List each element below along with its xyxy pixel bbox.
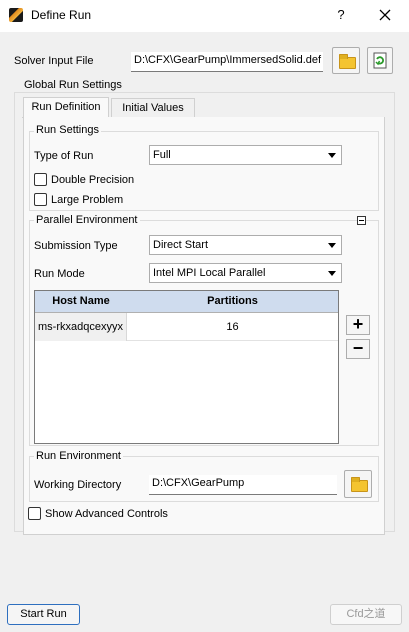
tab-initial-values[interactable]: Initial Values (111, 98, 195, 118)
show-advanced-checkbox[interactable] (28, 507, 41, 520)
submission-type-value: Direct Start (153, 239, 209, 251)
large-problem-checkbox[interactable] (34, 193, 47, 206)
run-mode-select[interactable]: Intel MPI Local Parallel (149, 263, 342, 283)
table-row[interactable]: ms-rkxadqcexyyx 16 (35, 313, 338, 341)
parallel-environment-title: Parallel Environment (34, 214, 140, 226)
double-precision-label: Double Precision (51, 174, 135, 186)
watermark: Cfd之道 (330, 604, 402, 625)
chevron-down-icon (328, 271, 336, 276)
type-of-run-label: Type of Run (34, 150, 94, 162)
add-host-button[interactable]: + (346, 315, 370, 335)
solver-input-field[interactable]: D:\CFX\GearPump\ImmersedSolid.def (131, 52, 323, 72)
browse-solver-file-button[interactable] (332, 47, 360, 74)
run-mode-label: Run Mode (34, 268, 85, 280)
close-icon (379, 9, 391, 21)
submission-type-label: Submission Type (34, 240, 118, 252)
host-table: Host Name Partitions ms-rkxadqcexyyx 16 (34, 290, 339, 444)
chevron-down-icon (328, 243, 336, 248)
solver-input-label: Solver Input File (14, 55, 94, 67)
remove-host-button[interactable]: − (346, 339, 370, 359)
help-button[interactable]: ? (332, 6, 350, 24)
folder-icon (339, 54, 356, 69)
reload-button[interactable] (367, 47, 393, 74)
column-partitions[interactable]: Partitions (127, 295, 338, 307)
tab-run-definition-label: Run Definition (31, 101, 101, 113)
table-header: Host Name Partitions (35, 291, 338, 313)
large-problem-label: Large Problem (51, 194, 124, 206)
submission-type-select[interactable]: Direct Start (149, 235, 342, 255)
working-directory-field[interactable]: D:\CFX\GearPump (149, 475, 337, 495)
type-of-run-value: Full (153, 149, 171, 161)
working-directory-label: Working Directory (34, 479, 122, 491)
global-run-settings-title: Global Run Settings (22, 79, 124, 91)
window-title: Define Run (31, 8, 92, 22)
type-of-run-select[interactable]: Full (149, 145, 342, 165)
close-button[interactable] (376, 6, 394, 24)
reload-icon (373, 52, 387, 69)
double-precision-checkbox[interactable] (34, 173, 47, 186)
host-name-cell[interactable]: ms-rkxadqcexyyx (35, 313, 127, 341)
run-mode-value: Intel MPI Local Parallel (153, 267, 266, 279)
column-host-name[interactable]: Host Name (35, 295, 127, 307)
run-settings-title: Run Settings (34, 124, 101, 136)
tab-run-definition[interactable]: Run Definition (23, 97, 109, 119)
show-advanced-label: Show Advanced Controls (45, 508, 168, 520)
partitions-cell[interactable]: 16 (127, 321, 338, 333)
tab-initial-values-label: Initial Values (122, 102, 184, 114)
start-run-button[interactable]: Start Run (7, 604, 80, 625)
collapse-icon[interactable] (357, 216, 366, 225)
run-environment-title: Run Environment (34, 450, 123, 462)
browse-working-directory-button[interactable] (344, 470, 372, 498)
chevron-down-icon (328, 153, 336, 158)
folder-icon (351, 477, 368, 492)
app-icon (9, 8, 23, 22)
